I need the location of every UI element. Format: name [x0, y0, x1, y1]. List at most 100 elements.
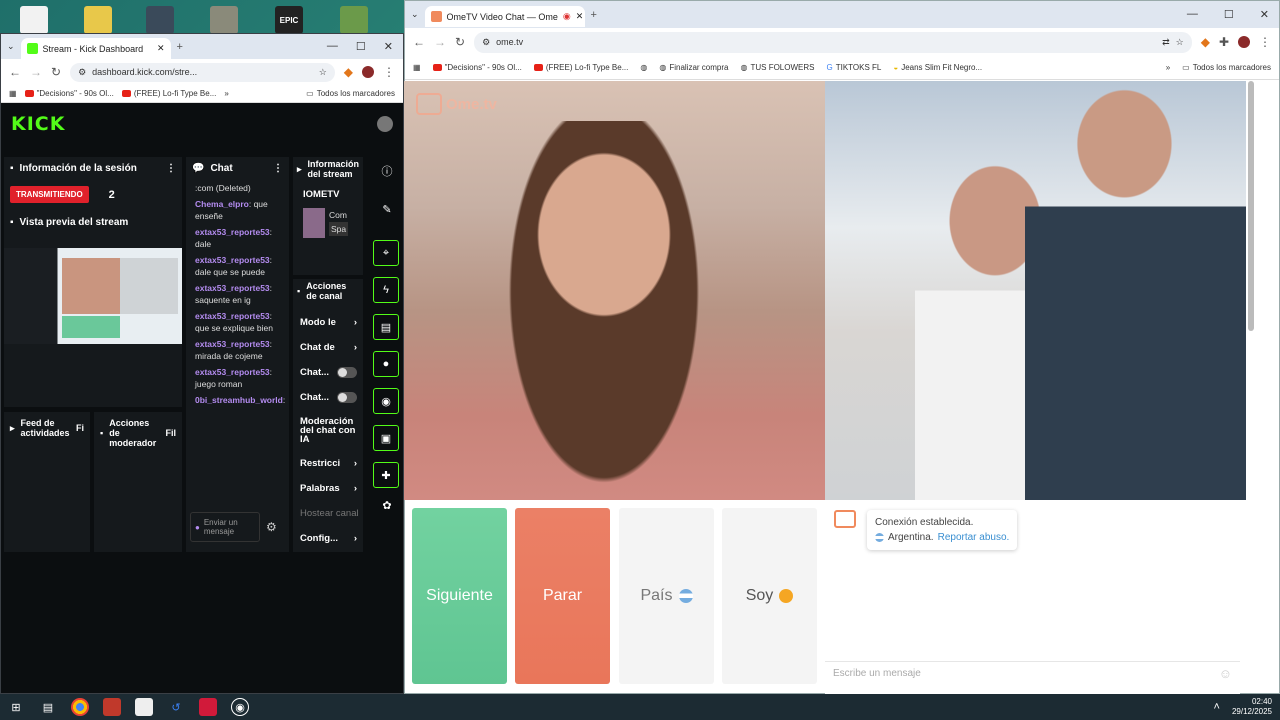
refresh-app-icon[interactable]: ↺ [167, 698, 185, 716]
close-icon[interactable]: ✕ [157, 43, 165, 54]
reload-icon[interactable]: ↻ [51, 65, 61, 79]
mic-icon[interactable]: ● [195, 523, 200, 532]
minimize-icon[interactable]: — [327, 40, 338, 53]
maximize-icon[interactable]: ☐ [1224, 8, 1234, 21]
reload-icon[interactable]: ↻ [455, 35, 465, 49]
obs-icon[interactable]: ◉ [231, 698, 249, 716]
extension-icon[interactable]: ◆ [344, 65, 353, 79]
forward-icon[interactable]: → [30, 65, 42, 79]
bookmark-item[interactable]: ◍ Finalizar compra [659, 63, 728, 72]
bookmarks-more-icon[interactable]: » [224, 89, 228, 98]
bookmark-item[interactable]: ◍ TUS FOLOWERS [740, 63, 814, 72]
more-icon[interactable]: ⋮ [273, 163, 283, 174]
stop-button[interactable]: Parar [515, 508, 610, 684]
file-icon[interactable] [135, 698, 153, 716]
lightning-icon[interactable]: ϟ [373, 277, 399, 303]
bookmark-item[interactable]: "Decisions" - 90s Ol... [432, 63, 522, 72]
action-chat-toggle-1[interactable]: Chat... [300, 367, 363, 378]
site-info-icon[interactable]: ⚙ [482, 37, 490, 48]
chat-username[interactable]: extax53_reporte53 [195, 367, 270, 377]
puzzle-icon[interactable]: ✚ [1219, 35, 1229, 49]
action-chat-mode[interactable]: Chat de › [300, 342, 363, 353]
file-icon[interactable] [84, 6, 112, 34]
emoji-icon[interactable]: ☺ [1219, 666, 1232, 681]
chrome-icon[interactable] [71, 698, 89, 716]
bookmark-item[interactable]: G TIKTOKS FL [826, 63, 881, 72]
back-icon[interactable]: ← [413, 35, 425, 49]
gender-button[interactable]: Soy [722, 508, 817, 684]
message-input[interactable]: Escribe un mensaje ☺ [825, 661, 1240, 685]
extension-icon[interactable]: ◆ [1201, 35, 1210, 49]
settings-gear-icon[interactable]: ⚙ [266, 520, 277, 534]
site-info-icon[interactable]: ⚙ [78, 67, 86, 78]
new-tab-icon[interactable]: + [591, 9, 597, 21]
chat-username[interactable]: extax53_reporte53 [195, 311, 270, 321]
kick-logo[interactable]: KICK [11, 113, 65, 135]
menu-icon[interactable]: ⋮ [383, 65, 395, 79]
media-app-icon[interactable] [199, 698, 217, 716]
bookmark-item[interactable]: (FREE) Lo-fi Type Be... [533, 63, 628, 72]
edit-icon[interactable]: ✎ [373, 203, 401, 216]
more-icon[interactable]: ⋮ [166, 163, 176, 174]
chat-username[interactable]: extax53_reporte53 [195, 283, 270, 293]
tab-menu-icon[interactable]: ⌄ [411, 9, 419, 20]
tab-menu-icon[interactable]: ⌄ [7, 41, 15, 52]
tab-kick-dashboard[interactable]: Stream - Kick Dashboard ✕ [20, 38, 171, 59]
close-icon[interactable]: ✕ [576, 11, 584, 22]
gta-icon[interactable] [340, 6, 368, 34]
app-icon[interactable] [103, 698, 121, 716]
chat-input[interactable]: ● Enviar un mensaje [190, 512, 260, 542]
all-bookmarks[interactable]: ▭ Todos los marcadores [1182, 63, 1271, 72]
info-icon[interactable]: ⓘ [373, 163, 401, 179]
extensions-icon[interactable]: ✿ [373, 499, 401, 512]
profile-avatar[interactable] [362, 66, 374, 78]
action-restrictions[interactable]: Restricci › [300, 458, 363, 469]
star-icon[interactable]: ☆ [319, 67, 327, 78]
clock[interactable]: 02:40 29/12/2025 [1232, 697, 1272, 717]
action-host-channel[interactable]: Hostear canal [300, 508, 363, 519]
action-words[interactable]: Palabras › [300, 483, 363, 494]
layout-icon[interactable]: ▣ [373, 425, 399, 451]
action-chat-toggle-2[interactable]: Chat... [300, 392, 363, 403]
maximize-icon[interactable]: ☐ [356, 40, 366, 53]
bookmark-item[interactable]: ◒ Jeans Slim Fit Negro... [893, 63, 982, 72]
menu-icon[interactable]: ⋮ [1259, 35, 1271, 49]
tab-ometv[interactable]: OmeTV Video Chat — Ome ◉ ✕ [424, 6, 585, 27]
filter-button[interactable]: Fil [166, 428, 177, 438]
all-bookmarks[interactable]: ▭ Todos los marcadores [306, 89, 395, 98]
bookmarks-more-icon[interactable]: » [1166, 63, 1170, 72]
translate-icon[interactable]: ⇄ [1162, 37, 1170, 48]
file-icon[interactable] [20, 6, 48, 34]
country-button[interactable]: País [619, 508, 714, 684]
forward-icon[interactable]: → [434, 35, 446, 49]
epic-games-icon[interactable]: EPIC [275, 6, 303, 34]
game-icon[interactable] [146, 6, 174, 34]
broadcast-icon[interactable]: ◉ [373, 388, 399, 414]
new-tab-icon[interactable]: + [177, 41, 183, 53]
bookmark-item[interactable]: (FREE) Lo-fi Type Be... [121, 89, 216, 98]
bookmark-item[interactable]: "Decisions" - 90s Ol... [24, 89, 114, 98]
chat-username[interactable]: Chema_elpro [195, 199, 249, 209]
page-scrollbar[interactable] [1248, 81, 1254, 331]
chat-username[interactable]: 0bi_streamhub_world [195, 395, 283, 405]
task-view-icon[interactable]: ▤ [39, 698, 57, 716]
user-avatar[interactable] [377, 116, 393, 132]
scan-icon[interactable]: ⌖ [373, 240, 399, 266]
next-button[interactable]: Siguiente [412, 508, 507, 684]
apps-icon[interactable]: ▦ [413, 63, 421, 72]
action-slow-mode[interactable]: Modo le › [300, 317, 363, 328]
tray-chevron-icon[interactable]: ˄ [1214, 701, 1220, 713]
url-input[interactable]: ⚙ dashboard.kick.com/stre... ☆ [70, 62, 335, 82]
profile-avatar[interactable] [1238, 36, 1250, 48]
filter-button[interactable]: Fi [76, 423, 84, 433]
close-window-icon[interactable]: ✕ [384, 40, 393, 53]
windows-start-icon[interactable]: ⊞ [7, 698, 25, 716]
bookmark-item[interactable]: ◍ [640, 63, 647, 72]
apps-icon[interactable]: ▦ [9, 89, 17, 98]
chat-username[interactable]: extax53_reporte53 [195, 339, 270, 349]
action-config[interactable]: Config... › [300, 533, 363, 544]
toggle-switch[interactable] [337, 367, 357, 378]
chat-bubble-icon[interactable]: ● [373, 351, 399, 377]
action-ai-moderation[interactable]: Moderación del chat con IA [300, 417, 360, 445]
chat-username[interactable]: extax53_reporte53 [195, 255, 270, 265]
